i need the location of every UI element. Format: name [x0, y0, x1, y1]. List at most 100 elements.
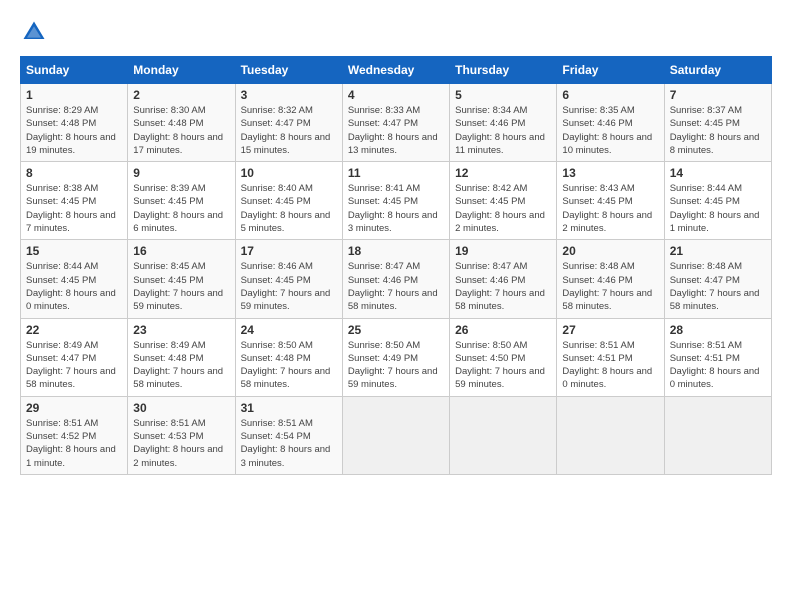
- day-number: 28: [670, 323, 766, 337]
- col-header-sunday: Sunday: [21, 57, 128, 84]
- day-number: 14: [670, 166, 766, 180]
- calendar-cell: 27 Sunrise: 8:51 AMSunset: 4:51 PMDayligh…: [557, 318, 664, 396]
- day-detail: Sunrise: 8:30 AMSunset: 4:48 PMDaylight:…: [133, 104, 229, 157]
- day-number: 24: [241, 323, 337, 337]
- calendar-cell: 2 Sunrise: 8:30 AMSunset: 4:48 PMDaylight…: [128, 84, 235, 162]
- day-number: 11: [348, 166, 444, 180]
- day-number: 12: [455, 166, 551, 180]
- calendar-cell: 16 Sunrise: 8:45 AMSunset: 4:45 PMDayligh…: [128, 240, 235, 318]
- calendar-cell: [450, 396, 557, 474]
- day-detail: Sunrise: 8:34 AMSunset: 4:46 PMDaylight:…: [455, 104, 551, 157]
- calendar-cell: 29Sunrise: 8:51 AMSunset: 4:52 PMDayligh…: [21, 396, 128, 474]
- day-detail: Sunrise: 8:37 AMSunset: 4:45 PMDaylight:…: [670, 104, 766, 157]
- day-detail: Sunrise: 8:32 AMSunset: 4:47 PMDaylight:…: [241, 104, 337, 157]
- day-detail: Sunrise: 8:49 AMSunset: 4:47 PMDaylight:…: [26, 339, 122, 392]
- day-number: 30: [133, 401, 229, 415]
- calendar-cell: 4 Sunrise: 8:33 AMSunset: 4:47 PMDaylight…: [342, 84, 449, 162]
- day-detail: Sunrise: 8:45 AMSunset: 4:45 PMDaylight:…: [133, 260, 229, 313]
- day-detail: Sunrise: 8:43 AMSunset: 4:45 PMDaylight:…: [562, 182, 658, 235]
- day-number: 23: [133, 323, 229, 337]
- day-number: 16: [133, 244, 229, 258]
- week-row-2: 8Sunrise: 8:38 AMSunset: 4:45 PMDaylight…: [21, 162, 772, 240]
- day-number: 2: [133, 88, 229, 102]
- day-detail: Sunrise: 8:49 AMSunset: 4:48 PMDaylight:…: [133, 339, 229, 392]
- day-number: 3: [241, 88, 337, 102]
- day-detail: Sunrise: 8:40 AMSunset: 4:45 PMDaylight:…: [241, 182, 337, 235]
- day-detail: Sunrise: 8:46 AMSunset: 4:45 PMDaylight:…: [241, 260, 337, 313]
- day-number: 9: [133, 166, 229, 180]
- day-detail: Sunrise: 8:51 AMSunset: 4:51 PMDaylight:…: [670, 339, 766, 392]
- week-row-3: 15 Sunrise: 8:44 AMSunset: 4:45 PMDayligh…: [21, 240, 772, 318]
- day-number: 17: [241, 244, 337, 258]
- day-number: 1: [26, 88, 122, 102]
- calendar-cell: 10 Sunrise: 8:40 AMSunset: 4:45 PMDayligh…: [235, 162, 342, 240]
- week-row-4: 22 Sunrise: 8:49 AMSunset: 4:47 PMDayligh…: [21, 318, 772, 396]
- day-detail: Sunrise: 8:51 AMSunset: 4:52 PMDaylight:…: [26, 417, 122, 470]
- day-number: 26: [455, 323, 551, 337]
- col-header-wednesday: Wednesday: [342, 57, 449, 84]
- calendar-cell: 18 Sunrise: 8:47 AMSunset: 4:46 PMDayligh…: [342, 240, 449, 318]
- day-detail: Sunrise: 8:29 AMSunset: 4:48 PMDaylight:…: [26, 104, 122, 157]
- day-detail: Sunrise: 8:48 AMSunset: 4:47 PMDaylight:…: [670, 260, 766, 313]
- calendar-cell: 7 Sunrise: 8:37 AMSunset: 4:45 PMDaylight…: [664, 84, 771, 162]
- day-number: 21: [670, 244, 766, 258]
- day-detail: Sunrise: 8:47 AMSunset: 4:46 PMDaylight:…: [348, 260, 444, 313]
- day-detail: Sunrise: 8:38 AMSunset: 4:45 PMDaylight:…: [26, 182, 122, 235]
- day-number: 25: [348, 323, 444, 337]
- day-detail: Sunrise: 8:51 AMSunset: 4:51 PMDaylight:…: [562, 339, 658, 392]
- day-detail: Sunrise: 8:50 AMSunset: 4:48 PMDaylight:…: [241, 339, 337, 392]
- day-number: 10: [241, 166, 337, 180]
- calendar-cell: 5 Sunrise: 8:34 AMSunset: 4:46 PMDaylight…: [450, 84, 557, 162]
- day-detail: Sunrise: 8:42 AMSunset: 4:45 PMDaylight:…: [455, 182, 551, 235]
- calendar-cell: 22 Sunrise: 8:49 AMSunset: 4:47 PMDayligh…: [21, 318, 128, 396]
- col-header-thursday: Thursday: [450, 57, 557, 84]
- day-number: 4: [348, 88, 444, 102]
- calendar-cell: 25 Sunrise: 8:50 AMSunset: 4:49 PMDayligh…: [342, 318, 449, 396]
- col-header-saturday: Saturday: [664, 57, 771, 84]
- day-detail: Sunrise: 8:48 AMSunset: 4:46 PMDaylight:…: [562, 260, 658, 313]
- day-detail: Sunrise: 8:39 AMSunset: 4:45 PMDaylight:…: [133, 182, 229, 235]
- calendar-cell: 31Sunrise: 8:51 AMSunset: 4:54 PMDayligh…: [235, 396, 342, 474]
- calendar-cell: 3 Sunrise: 8:32 AMSunset: 4:47 PMDaylight…: [235, 84, 342, 162]
- col-header-friday: Friday: [557, 57, 664, 84]
- calendar-table: SundayMondayTuesdayWednesdayThursdayFrid…: [20, 56, 772, 475]
- day-detail: Sunrise: 8:41 AMSunset: 4:45 PMDaylight:…: [348, 182, 444, 235]
- calendar-cell: 14Sunrise: 8:44 AMSunset: 4:45 PMDayligh…: [664, 162, 771, 240]
- calendar-cell: 15 Sunrise: 8:44 AMSunset: 4:45 PMDayligh…: [21, 240, 128, 318]
- day-number: 22: [26, 323, 122, 337]
- calendar-cell: 6 Sunrise: 8:35 AMSunset: 4:46 PMDaylight…: [557, 84, 664, 162]
- day-number: 7: [670, 88, 766, 102]
- calendar-cell: [342, 396, 449, 474]
- day-number: 20: [562, 244, 658, 258]
- week-row-1: 1 Sunrise: 8:29 AMSunset: 4:48 PMDaylight…: [21, 84, 772, 162]
- day-number: 18: [348, 244, 444, 258]
- calendar-cell: 13Sunrise: 8:43 AMSunset: 4:45 PMDayligh…: [557, 162, 664, 240]
- calendar-cell: 11 Sunrise: 8:41 AMSunset: 4:45 PMDayligh…: [342, 162, 449, 240]
- calendar-cell: 23 Sunrise: 8:49 AMSunset: 4:48 PMDayligh…: [128, 318, 235, 396]
- calendar-cell: 24 Sunrise: 8:50 AMSunset: 4:48 PMDayligh…: [235, 318, 342, 396]
- calendar-cell: 8Sunrise: 8:38 AMSunset: 4:45 PMDaylight…: [21, 162, 128, 240]
- day-number: 15: [26, 244, 122, 258]
- day-number: 6: [562, 88, 658, 102]
- day-detail: Sunrise: 8:51 AMSunset: 4:54 PMDaylight:…: [241, 417, 337, 470]
- calendar-cell: 9 Sunrise: 8:39 AMSunset: 4:45 PMDaylight…: [128, 162, 235, 240]
- calendar-cell: 12 Sunrise: 8:42 AMSunset: 4:45 PMDayligh…: [450, 162, 557, 240]
- calendar-cell: [664, 396, 771, 474]
- day-number: 19: [455, 244, 551, 258]
- calendar-cell: 28 Sunrise: 8:51 AMSunset: 4:51 PMDayligh…: [664, 318, 771, 396]
- day-number: 27: [562, 323, 658, 337]
- day-number: 5: [455, 88, 551, 102]
- day-detail: Sunrise: 8:50 AMSunset: 4:50 PMDaylight:…: [455, 339, 551, 392]
- day-detail: Sunrise: 8:35 AMSunset: 4:46 PMDaylight:…: [562, 104, 658, 157]
- calendar-cell: 21 Sunrise: 8:48 AMSunset: 4:47 PMDayligh…: [664, 240, 771, 318]
- day-detail: Sunrise: 8:44 AMSunset: 4:45 PMDaylight:…: [26, 260, 122, 313]
- day-detail: Sunrise: 8:50 AMSunset: 4:49 PMDaylight:…: [348, 339, 444, 392]
- header-row: SundayMondayTuesdayWednesdayThursdayFrid…: [21, 57, 772, 84]
- calendar-cell: 17 Sunrise: 8:46 AMSunset: 4:45 PMDayligh…: [235, 240, 342, 318]
- logo-icon: [20, 18, 48, 46]
- col-header-tuesday: Tuesday: [235, 57, 342, 84]
- day-detail: Sunrise: 8:33 AMSunset: 4:47 PMDaylight:…: [348, 104, 444, 157]
- calendar-cell: 30Sunrise: 8:51 AMSunset: 4:53 PMDayligh…: [128, 396, 235, 474]
- col-header-monday: Monday: [128, 57, 235, 84]
- page: SundayMondayTuesdayWednesdayThursdayFrid…: [0, 0, 792, 485]
